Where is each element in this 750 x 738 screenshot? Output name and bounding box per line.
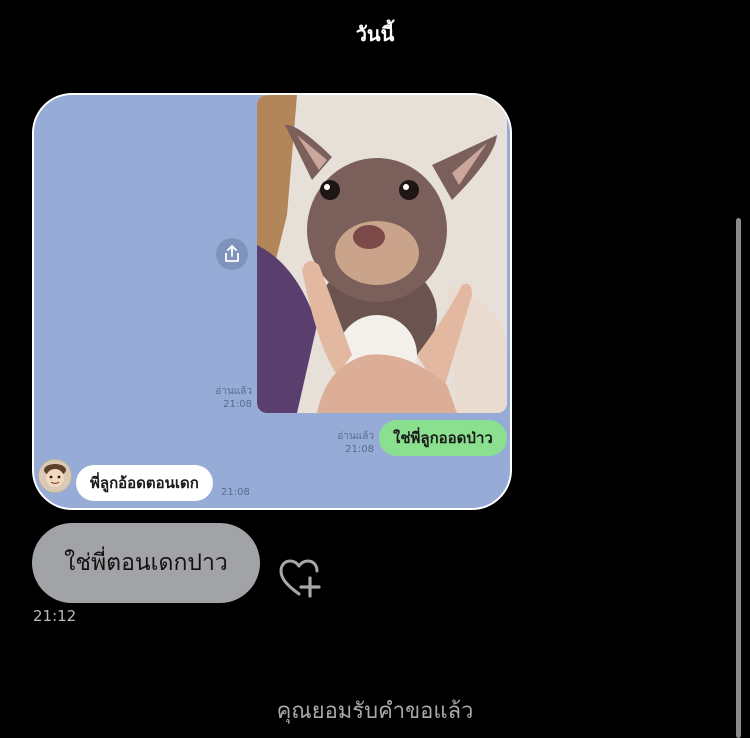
outgoing-read-status: อ่านแล้ว bbox=[337, 431, 374, 442]
share-icon bbox=[225, 245, 239, 262]
message-bubble[interactable]: ใช่พี่ตอนเดกปาว bbox=[32, 523, 260, 603]
incoming-message-bubble: พี่ลูกอ้อดตอนเดก bbox=[76, 465, 213, 501]
photo-read-status: อ่านแล้ว bbox=[215, 386, 252, 397]
outgoing-message-bubble: ใช่พี่ลูกออดป่าว bbox=[379, 420, 507, 456]
scrollbar[interactable] bbox=[736, 218, 741, 738]
avatar-image bbox=[39, 460, 71, 492]
incoming-time: 21:08 bbox=[221, 487, 250, 498]
request-accepted-note: คุณยอมรับคำขอแล้ว bbox=[276, 699, 474, 724]
add-reaction-button[interactable] bbox=[278, 558, 324, 600]
quoted-screenshot-card[interactable]: อ่านแล้ว 21:08 อ่านแล้ว 21:08 ใช่พี่ลูกอ… bbox=[32, 93, 512, 510]
outgoing-time: 21:08 bbox=[345, 444, 374, 455]
dog-photo-illustration bbox=[257, 95, 507, 413]
message-time: 21:12 bbox=[33, 607, 77, 625]
dog-photo[interactable] bbox=[257, 95, 507, 413]
heart-plus-icon bbox=[279, 559, 321, 598]
date-header: วันนี้ bbox=[355, 22, 395, 46]
photo-read-meta: อ่านแล้ว 21:08 bbox=[204, 385, 252, 411]
share-button[interactable] bbox=[216, 238, 248, 270]
outgoing-read-meta: อ่านแล้ว 21:08 bbox=[326, 430, 374, 456]
avatar bbox=[38, 459, 72, 493]
photo-time: 21:08 bbox=[223, 399, 252, 410]
